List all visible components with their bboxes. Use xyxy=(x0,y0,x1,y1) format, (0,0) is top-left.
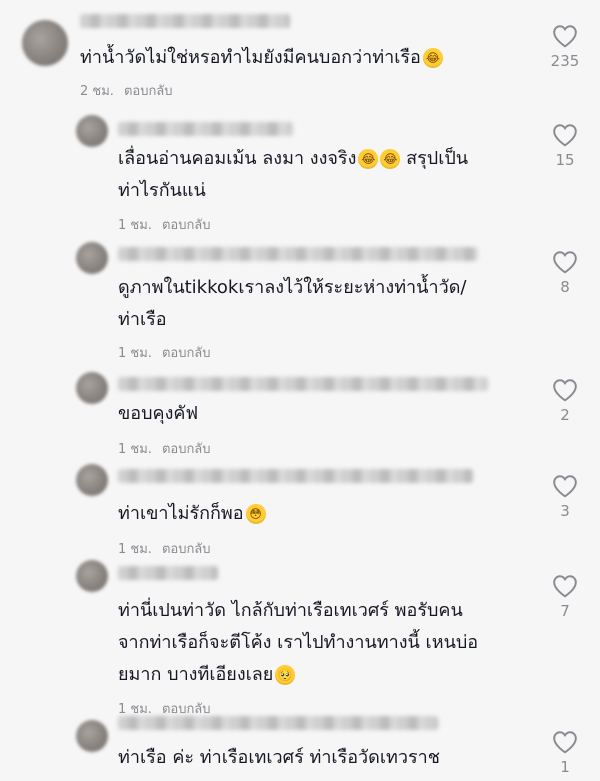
like-count: 2 xyxy=(560,406,570,424)
timestamp: 1 ชม. xyxy=(118,542,152,557)
like-button[interactable]: 15 xyxy=(545,123,585,169)
comment-meta: 2 ชม. ตอบกลับ xyxy=(80,80,173,101)
like-count: 15 xyxy=(555,151,575,169)
heart-icon xyxy=(553,124,577,147)
comment-text: ท่าไรกันแน่ xyxy=(118,175,206,207)
heart-icon xyxy=(553,25,577,48)
like-count: 8 xyxy=(560,278,570,296)
avatar[interactable] xyxy=(76,242,108,274)
username-blurred[interactable] xyxy=(80,14,290,28)
heart-icon xyxy=(553,575,577,598)
comment-line: ท่าน้ำวัดไม่ใช่หรอทำไมยังมีคนบอกว่าท่าเร… xyxy=(80,47,421,68)
comment-line: ท่าไรกันแน่ xyxy=(118,180,206,201)
comment-text: ท่าเรือ xyxy=(118,304,167,336)
timestamp: 1 ชม. xyxy=(118,702,152,717)
avatar[interactable] xyxy=(76,115,108,147)
username-blurred[interactable] xyxy=(118,122,293,136)
comment-text: จากท่าเรือก็จะตีโค้ง เราไปทำงานทางนี้ เห… xyxy=(118,627,478,659)
flushed-face-emoji-icon: 😳 xyxy=(245,504,266,524)
timestamp: 2 ชม. xyxy=(80,84,114,99)
comment-line: จากท่าเรือก็จะตีโค้ง เราไปทำงานทางนี้ เห… xyxy=(118,632,479,653)
timestamp: 1 ชม. xyxy=(118,442,152,457)
like-button[interactable]: 8 xyxy=(545,250,585,296)
reply-button[interactable]: ตอบกลับ xyxy=(162,442,211,457)
username-blurred[interactable] xyxy=(118,247,478,261)
comment-line: ท่านี่เปนท่าวัด ไกล้กับท่าเรือเทเวศร์ พอ… xyxy=(118,600,463,621)
comment-text: ท่าน้ำวัดไม่ใช่หรอทำไมยังมีคนบอกว่าท่าเร… xyxy=(80,42,443,74)
laugh-cry-emoji-icon: 😂 xyxy=(422,48,443,68)
like-button[interactable]: 2 xyxy=(545,378,585,424)
comment-meta: 1 ชม. ตอบกลับ xyxy=(118,342,211,363)
avatar[interactable] xyxy=(76,560,108,592)
comment-line: เลื่อนอ่านคอมเม้น ลงมา งงจริง xyxy=(118,148,357,169)
comment-line: ดูภาพในtikkokเราลงไว้ให้ระยะห่างท่าน้ำวั… xyxy=(118,277,467,298)
comment-text: ยมาก บางทีเอียงเลย 🥺 xyxy=(118,659,296,691)
comment-text: ท่าเรือ ค่ะ ท่าเรือเทเวศร์ ท่าเรือวัดเทว… xyxy=(118,742,440,774)
like-count: 1 xyxy=(560,758,570,776)
comment-line: ท่าเขาไม่รักก็พอ xyxy=(118,503,244,524)
heart-icon xyxy=(553,475,577,498)
comment-meta: 1 ชม. ตอบกลับ xyxy=(118,538,211,559)
like-button[interactable]: 235 xyxy=(545,24,585,70)
comment-line: ขอบคุงคัฟ xyxy=(118,403,199,424)
like-button[interactable]: 1 xyxy=(545,730,585,776)
reply-button[interactable]: ตอบกลับ xyxy=(162,702,211,717)
like-count: 7 xyxy=(560,602,570,620)
laugh-cry-emoji-icon: 😂 xyxy=(380,149,401,169)
comment-text: ขอบคุงคัฟ xyxy=(118,398,198,430)
heart-icon xyxy=(553,731,577,754)
avatar[interactable] xyxy=(76,464,108,496)
username-blurred[interactable] xyxy=(118,566,218,580)
comment-text: ท่านี่เปนท่าวัด ไกล้กับท่าเรือเทเวศร์ พอ… xyxy=(118,595,463,627)
comment-text: ท่าเขาไม่รักก็พอ 😳 xyxy=(118,498,266,530)
like-count: 3 xyxy=(560,502,570,520)
like-button[interactable]: 3 xyxy=(545,474,585,520)
avatar[interactable] xyxy=(22,20,68,66)
username-blurred[interactable] xyxy=(118,469,473,483)
comment-text: ดูภาพในtikkokเราลงไว้ให้ระยะห่างท่าน้ำวั… xyxy=(118,272,466,304)
reply-button[interactable]: ตอบกลับ xyxy=(162,218,211,233)
reply-button[interactable]: ตอบกลับ xyxy=(124,84,173,99)
reply-button[interactable]: ตอบกลับ xyxy=(162,346,211,361)
reply-button[interactable]: ตอบกลับ xyxy=(162,542,211,557)
username-blurred[interactable] xyxy=(118,716,438,730)
like-button[interactable]: 7 xyxy=(545,574,585,620)
comment-line: ยมาก บางทีเอียงเลย xyxy=(118,664,274,685)
avatar[interactable] xyxy=(76,720,108,752)
comment-text: เลื่อนอ่านคอมเม้น ลงมา งงจริง 😂 😂 สรุปเป็น xyxy=(118,143,468,175)
like-count: 235 xyxy=(550,52,580,70)
laugh-cry-emoji-icon: 😂 xyxy=(358,149,379,169)
username-blurred[interactable] xyxy=(118,377,488,391)
comment-line: ท่าเรือ xyxy=(118,309,167,330)
comment-meta: 1 ชม. ตอบกลับ xyxy=(118,438,211,459)
comment-line: ท่าเรือ ค่ะ ท่าเรือเทเวศร์ ท่าเรือวัดเทว… xyxy=(118,747,440,768)
heart-icon xyxy=(553,379,577,402)
comment-meta: 1 ชม. ตอบกลับ xyxy=(118,214,211,235)
avatar[interactable] xyxy=(76,372,108,404)
heart-icon xyxy=(553,251,577,274)
timestamp: 1 ชม. xyxy=(118,218,152,233)
pleading-face-emoji-icon: 🥺 xyxy=(275,665,296,685)
timestamp: 1 ชม. xyxy=(118,346,152,361)
comment-line: สรุปเป็น xyxy=(400,148,469,169)
